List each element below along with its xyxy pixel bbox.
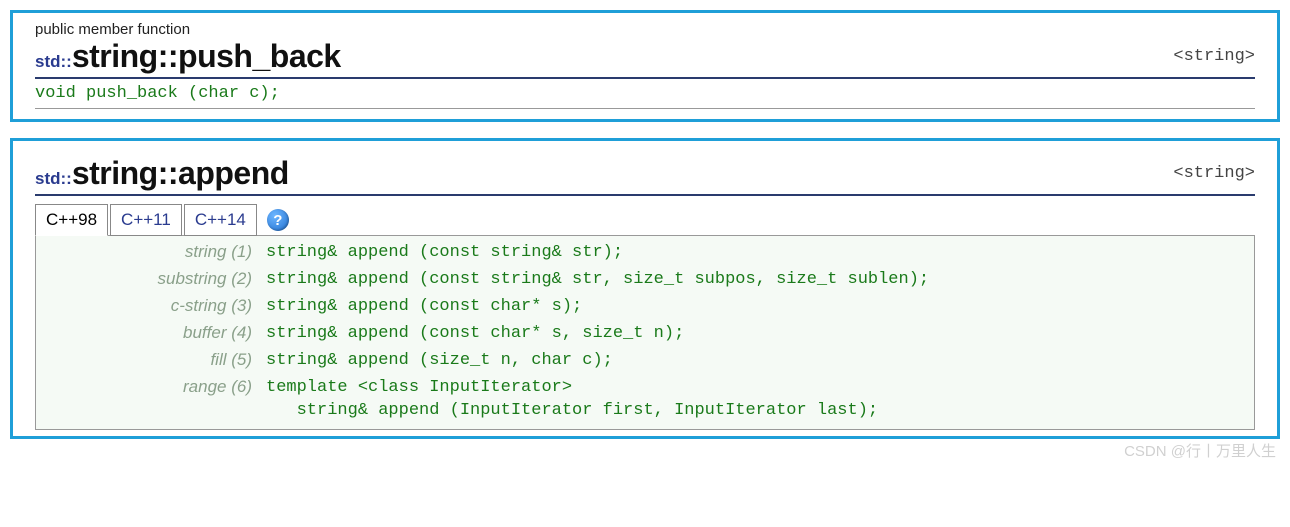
help-icon[interactable]: ? xyxy=(267,209,289,231)
overloads-table: string (1) string& append (const string&… xyxy=(35,235,1255,430)
append-panel: std:: string::append <string> C++98 C++1… xyxy=(10,138,1280,439)
overload-label: string (1) xyxy=(185,242,252,261)
standard-tabs: C++98 C++11 C++14 ? xyxy=(35,204,1255,236)
overload-signature: string& append (size_t n, char c); xyxy=(266,350,613,373)
overload-signature: template <class InputIterator> string& a… xyxy=(266,377,878,423)
overload-row: string (1) string& append (const string&… xyxy=(36,240,1254,267)
overload-row: range (6) template <class InputIterator>… xyxy=(36,375,1254,425)
tab-cpp98[interactable]: C++98 xyxy=(35,204,108,236)
tab-cpp14[interactable]: C++14 xyxy=(184,204,257,236)
namespace-label: std:: xyxy=(35,52,72,72)
header-include: <string> xyxy=(1173,164,1255,183)
declaration-push-back: void push_back (char c); xyxy=(35,79,1255,109)
function-name: string::push_back xyxy=(72,38,341,75)
overload-signature: string& append (const string& str, size_… xyxy=(266,269,929,292)
subtype-label: public member function xyxy=(35,21,1255,38)
overload-signature: string& append (const char* s, size_t n)… xyxy=(266,323,684,346)
function-name: string::append xyxy=(72,155,289,192)
overload-row: buffer (4) string& append (const char* s… xyxy=(36,321,1254,348)
tab-cpp11[interactable]: C++11 xyxy=(110,204,182,236)
overload-label: range (6) xyxy=(183,377,252,396)
overload-label: buffer (4) xyxy=(183,323,252,342)
header-include: <string> xyxy=(1173,47,1255,66)
overload-row: substring (2) string& append (const stri… xyxy=(36,267,1254,294)
overload-signature: string& append (const char* s); xyxy=(266,296,582,319)
push-back-panel: public member function std:: string::pus… xyxy=(10,10,1280,122)
overload-signature: string& append (const string& str); xyxy=(266,242,623,265)
watermark: CSDN @行丨万里人生 xyxy=(1124,440,1276,461)
namespace-label: std:: xyxy=(35,169,72,189)
title-row-push-back: std:: string::push_back <string> xyxy=(35,38,1255,79)
overload-label: c-string (3) xyxy=(171,296,252,315)
overload-row: fill (5) string& append (size_t n, char … xyxy=(36,348,1254,375)
overload-label: fill (5) xyxy=(210,350,252,369)
title-row-append: std:: string::append <string> xyxy=(35,155,1255,196)
overload-row: c-string (3) string& append (const char*… xyxy=(36,294,1254,321)
overload-label: substring (2) xyxy=(158,269,252,288)
